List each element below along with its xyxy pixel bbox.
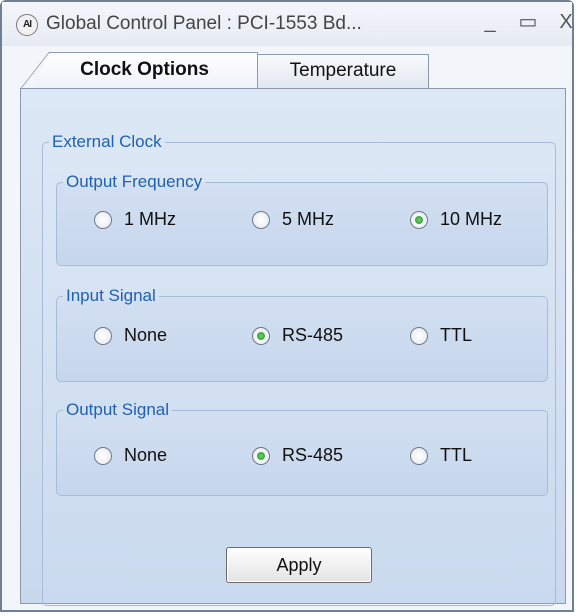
radio-button-icon[interactable] [94, 446, 112, 465]
radio-button-icon[interactable] [94, 326, 112, 345]
radio-button-icon[interactable] [94, 210, 112, 229]
radio-input-ttl-label: TTL [440, 325, 473, 345]
tab-temperature[interactable]: Temperature [257, 54, 429, 88]
output-signal-label: Output Signal [66, 400, 170, 419]
radio-button-icon[interactable] [252, 210, 270, 229]
radio-input-rs485[interactable]: RS-485 [252, 325, 343, 346]
radio-button-selected-icon[interactable] [252, 446, 270, 465]
radio-output-none[interactable]: None [94, 445, 167, 466]
radio-input-ttl[interactable]: TTL [410, 325, 472, 346]
radio-input-rs485-label: RS-485 [282, 325, 344, 345]
radio-input-none-label: None [124, 325, 168, 345]
tab-strip: Clock Options Temperature [2, 46, 572, 89]
radio-button-selected-icon[interactable] [410, 210, 428, 229]
radio-output-none-label: None [124, 445, 168, 465]
ai-logo-icon[interactable]: AI [16, 14, 38, 36]
title-bar[interactable]: AI Global Control Panel : PCI-1553 Bd...… [2, 2, 573, 46]
apply-button[interactable]: Apply [226, 547, 372, 583]
radio-output-ttl[interactable]: TTL [410, 445, 472, 466]
radio-freq-10mhz-label: 10 MHz [440, 209, 503, 229]
maximize-icon[interactable]: ▭ [516, 12, 540, 34]
radio-output-rs485-label: RS-485 [282, 445, 344, 465]
radio-input-none[interactable]: None [94, 325, 167, 346]
radio-freq-5mhz-label: 5 MHz [282, 209, 335, 229]
tab-clock-options[interactable]: Clock Options [32, 52, 258, 88]
radio-output-rs485[interactable]: RS-485 [252, 445, 343, 466]
output-frequency-label: Output Frequency [66, 172, 203, 191]
window-title: Global Control Panel : PCI-1553 Bd... [46, 13, 362, 34]
radio-button-icon[interactable] [410, 446, 428, 465]
input-signal-label: Input Signal [66, 286, 156, 305]
main-window: AI Global Control Panel : PCI-1553 Bd...… [0, 0, 574, 612]
external-clock-label: External Clock [52, 132, 162, 151]
radio-output-ttl-label: TTL [440, 445, 473, 465]
radio-freq-10mhz[interactable]: 10 MHz [410, 209, 502, 230]
radio-freq-1mhz[interactable]: 1 MHz [94, 209, 176, 230]
radio-button-icon[interactable] [410, 326, 428, 345]
close-icon[interactable]: X [554, 12, 578, 34]
radio-button-selected-icon[interactable] [252, 326, 270, 345]
radio-freq-5mhz[interactable]: 5 MHz [252, 209, 334, 230]
radio-freq-1mhz-label: 1 MHz [124, 209, 177, 229]
minimize-icon[interactable]: _ [478, 12, 502, 34]
